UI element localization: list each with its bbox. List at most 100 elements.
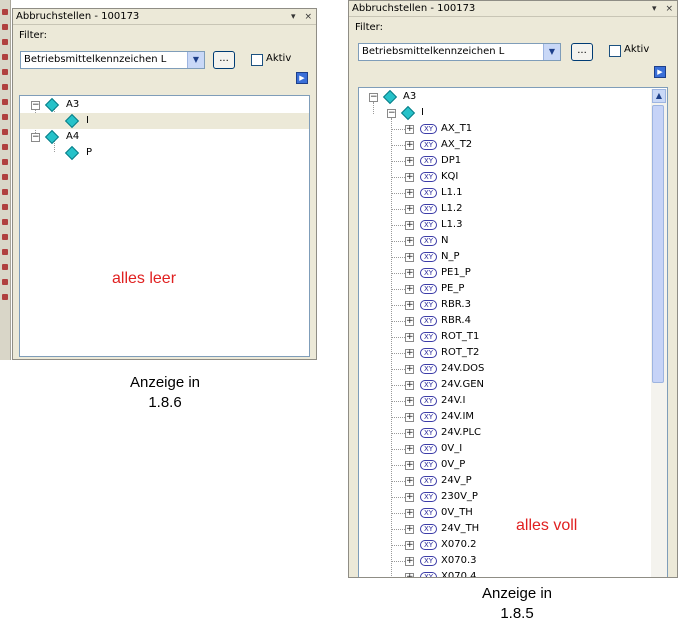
tree-item-row[interactable]: + XY ROT_T1 <box>359 329 667 345</box>
xy-node-icon: XY <box>420 236 437 246</box>
tree-node-a4[interactable]: − A4 <box>20 129 309 145</box>
expand-icon[interactable]: + <box>405 125 414 134</box>
expand-icon[interactable]: + <box>405 285 414 294</box>
right-tree-view[interactable]: − A3 − I + XY AX_T1 + XY AX_T2 + XY DP1 + XY KQI + XY… <box>358 87 668 577</box>
expand-icon[interactable]: + <box>405 413 414 422</box>
expand-icon[interactable]: + <box>405 141 414 150</box>
tree-item-label: N_P <box>441 251 460 262</box>
expand-icon[interactable]: + <box>405 333 414 342</box>
expand-icon[interactable]: + <box>405 461 414 470</box>
expand-icon[interactable]: + <box>405 477 414 486</box>
tree-node-i[interactable]: I <box>20 113 309 129</box>
expand-icon[interactable]: + <box>405 365 414 374</box>
scrollbar-thumb[interactable] <box>652 105 664 383</box>
expand-icon[interactable]: + <box>405 349 414 358</box>
collapse-icon[interactable]: − <box>31 133 40 142</box>
expand-icon[interactable]: + <box>405 157 414 166</box>
expand-icon[interactable]: + <box>405 445 414 454</box>
tree-item-row[interactable]: + XY L1.3 <box>359 217 667 233</box>
close-icon[interactable]: × <box>665 4 673 14</box>
expand-icon[interactable]: + <box>405 253 414 262</box>
vertical-scrollbar[interactable]: ▲ <box>651 89 667 577</box>
expand-icon[interactable]: + <box>405 525 414 534</box>
tree-item-row[interactable]: + XY RBR.4 <box>359 313 667 329</box>
tree-item-row[interactable]: + XY 0V_TH <box>359 505 667 521</box>
tree-node-a3[interactable]: − A3 <box>20 97 309 113</box>
filter-combo[interactable]: Betriebsmittelkennzeichen L ▼ <box>20 51 205 69</box>
expand-icon[interactable]: + <box>405 269 414 278</box>
filter-combo[interactable]: Betriebsmittelkennzeichen L ▼ <box>358 43 561 61</box>
tree-item-row[interactable]: + XY RBR.3 <box>359 297 667 313</box>
tree-item-row[interactable]: + XY L1.2 <box>359 201 667 217</box>
tree-item-row[interactable]: + XY 24V.IM <box>359 409 667 425</box>
tree-item-row[interactable]: + XY AX_T1 <box>359 121 667 137</box>
filter-combo-value: Betriebsmittelkennzeichen L <box>362 46 505 57</box>
expand-icon[interactable]: + <box>405 541 414 550</box>
caption-left-line1: Anzeige in <box>129 374 201 391</box>
xy-node-icon: XY <box>420 412 437 422</box>
tree-item-label: AX_T1 <box>441 123 473 134</box>
tree-item-label: ROT_T1 <box>441 331 480 342</box>
pin-icon[interactable]: ▾ <box>652 4 657 14</box>
expand-icon[interactable]: + <box>405 557 414 566</box>
tree-item-row[interactable]: + XY X070.4 <box>359 569 667 577</box>
collapse-icon[interactable]: − <box>369 93 378 102</box>
tree-item-row[interactable]: + XY X070.2 <box>359 537 667 553</box>
expand-icon[interactable]: + <box>405 509 414 518</box>
tree-item-label: 0V_P <box>441 459 466 470</box>
expand-icon[interactable]: + <box>405 493 414 502</box>
aktiv-checkbox[interactable] <box>609 45 621 57</box>
tree-item-row[interactable]: + XY DP1 <box>359 153 667 169</box>
xy-node-icon: XY <box>420 508 437 518</box>
xy-node-icon: XY <box>420 252 437 262</box>
tree-item-row[interactable]: + XY 24V.PLC <box>359 425 667 441</box>
expand-icon[interactable]: + <box>405 189 414 198</box>
expand-icon[interactable]: + <box>405 205 414 214</box>
tree-node-p[interactable]: P <box>20 145 309 161</box>
tree-item-row[interactable]: + XY X070.3 <box>359 553 667 569</box>
expand-icon[interactable]: + <box>405 301 414 310</box>
tree-item-row[interactable]: + XY PE1_P <box>359 265 667 281</box>
tree-node-a3[interactable]: − A3 <box>359 89 667 105</box>
tree-node-i[interactable]: − I <box>359 105 667 121</box>
chevron-down-icon[interactable]: ▼ <box>187 52 204 68</box>
browse-button[interactable]: ... <box>571 43 593 61</box>
tree-item-row[interactable]: + XY 24V_TH <box>359 521 667 537</box>
expand-icon[interactable]: + <box>405 221 414 230</box>
tree-item-row[interactable]: + XY 230V_P <box>359 489 667 505</box>
collapse-icon[interactable]: − <box>387 109 396 118</box>
expand-icon[interactable]: + <box>405 381 414 390</box>
left-tree-view[interactable]: − A3 I − A4 P alles leer <box>19 95 310 357</box>
tree-item-row[interactable]: + XY N <box>359 233 667 249</box>
annotation-alles-leer: alles leer <box>112 270 177 287</box>
close-icon[interactable]: × <box>304 12 312 22</box>
play-icon[interactable]: ▶ <box>296 72 308 84</box>
tree-item-row[interactable]: + XY KQI <box>359 169 667 185</box>
expand-icon[interactable]: + <box>405 429 414 438</box>
tree-item-row[interactable]: + XY ROT_T2 <box>359 345 667 361</box>
scroll-up-icon[interactable]: ▲ <box>652 89 666 103</box>
tree-item-row[interactable]: + XY AX_T2 <box>359 137 667 153</box>
tree-item-label: L1.2 <box>441 203 463 214</box>
tree-item-row[interactable]: + XY L1.1 <box>359 185 667 201</box>
tree-item-row[interactable]: + XY 0V_I <box>359 441 667 457</box>
browse-button[interactable]: ... <box>213 51 235 69</box>
expand-icon[interactable]: + <box>405 397 414 406</box>
tree-item-row[interactable]: + XY N_P <box>359 249 667 265</box>
collapse-icon[interactable]: − <box>31 101 40 110</box>
play-icon[interactable]: ▶ <box>654 66 666 78</box>
tree-item-row[interactable]: + XY 24V_P <box>359 473 667 489</box>
tree-item-row[interactable]: + XY 24V.I <box>359 393 667 409</box>
xy-node-icon: XY <box>420 172 437 182</box>
expand-icon[interactable]: + <box>405 173 414 182</box>
expand-icon[interactable]: + <box>405 237 414 246</box>
expand-icon[interactable]: + <box>405 573 414 577</box>
tree-item-row[interactable]: + XY PE_P <box>359 281 667 297</box>
tree-item-row[interactable]: + XY 24V.DOS <box>359 361 667 377</box>
chevron-down-icon[interactable]: ▼ <box>543 44 560 60</box>
expand-icon[interactable]: + <box>405 317 414 326</box>
aktiv-checkbox[interactable] <box>251 54 263 66</box>
pin-icon[interactable]: ▾ <box>291 12 296 22</box>
tree-item-row[interactable]: + XY 0V_P <box>359 457 667 473</box>
tree-item-row[interactable]: + XY 24V.GEN <box>359 377 667 393</box>
